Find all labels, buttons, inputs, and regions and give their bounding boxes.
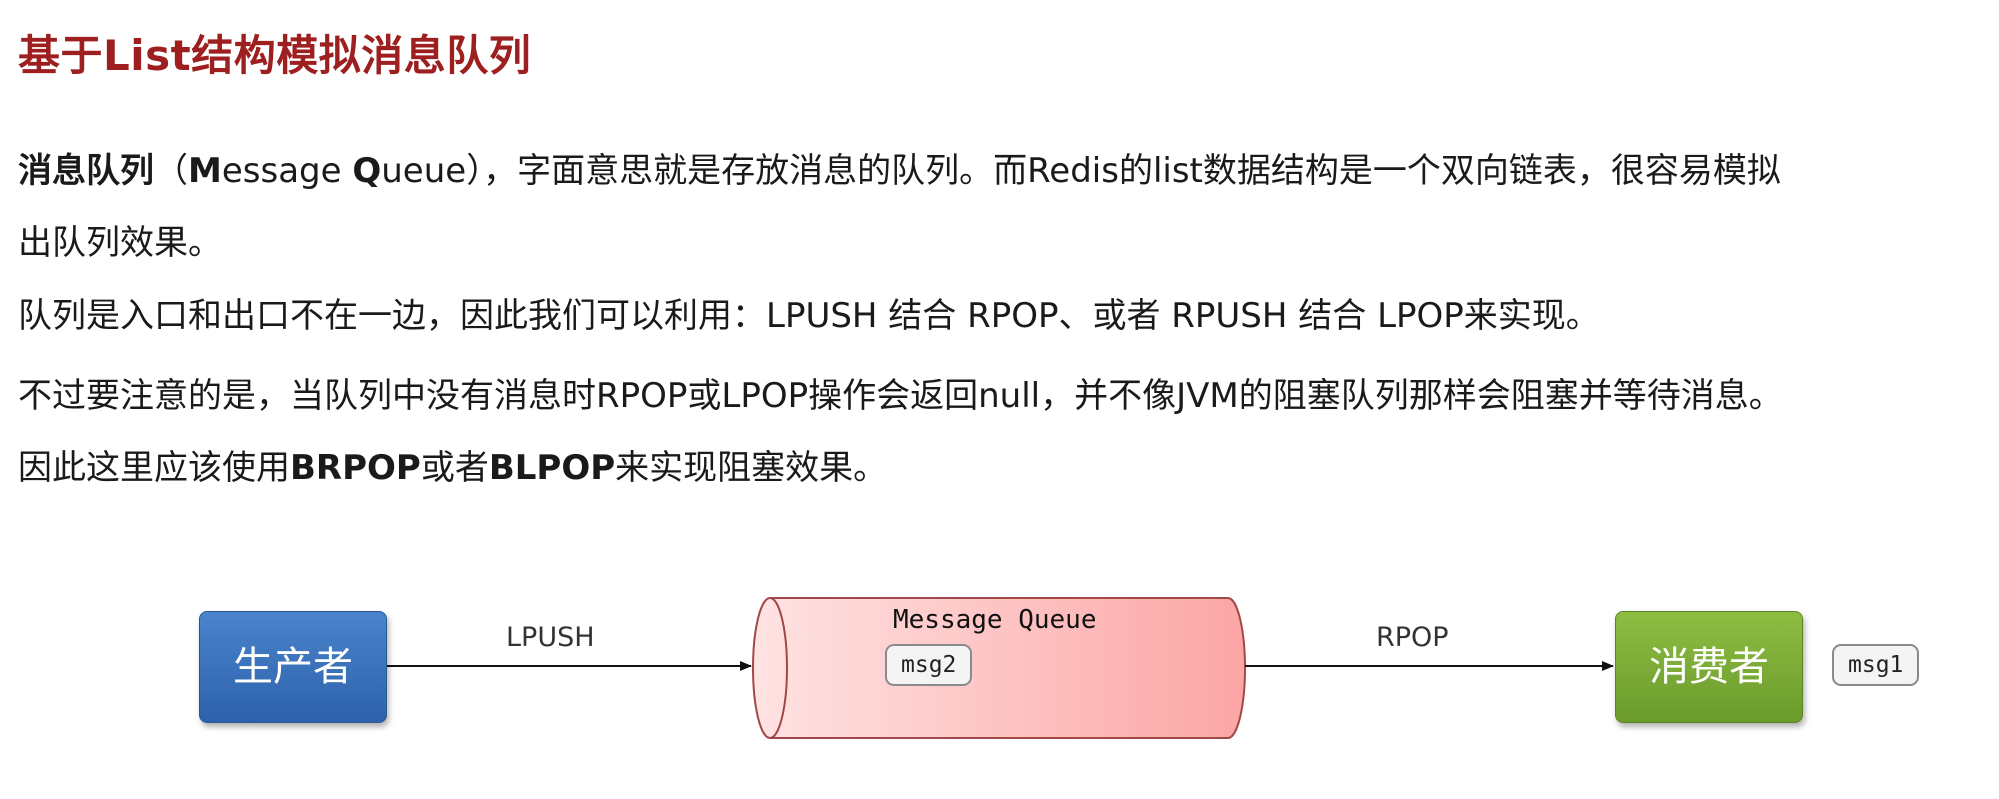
blpop-term: BLPOP <box>488 448 616 488</box>
message-chip-msg1: msg1 <box>1832 644 1920 686</box>
intro-paragraph: 消息队列（Message Queue），字面意思就是存放消息的队列。而Redis… <box>18 135 1978 279</box>
essage-text: essage <box>221 151 353 191</box>
q-initial: Q <box>352 151 382 191</box>
queue-diagram: 生产者 LPUSH Message Queue msg2 RPOP 消费者 ms… <box>0 580 1999 799</box>
blocking-suffix: 来实现阻塞效果。 <box>615 448 888 488</box>
term-message-queue: 消息队列 <box>18 151 154 191</box>
blocking-note: 不过要注意的是，当队列中没有消息时RPOP或LPOP操作会返回null，并不像J… <box>18 360 1978 504</box>
intro-line-2: 出队列效果。 <box>18 223 222 263</box>
lpush-label: LPUSH <box>506 622 595 653</box>
ueue-text: ueue <box>381 151 467 191</box>
consumer-box: 消费者 <box>1615 611 1803 723</box>
or-text: 或者 <box>420 448 489 488</box>
blocking-line-2: 因此这里应该使用BRPOP或者BLPOP来实现阻塞效果。 <box>18 432 1978 504</box>
rpop-label: RPOP <box>1376 622 1449 653</box>
page-title: 基于List结构模拟消息队列 <box>18 31 532 80</box>
m-initial: M <box>188 151 222 191</box>
blocking-prefix: 因此这里应该使用 <box>18 448 290 488</box>
message-chip-msg2: msg2 <box>885 644 973 686</box>
queue-explanation: 队列是入口和出口不在一边，因此我们可以利用：LPUSH 结合 RPOP、或者 R… <box>18 296 1600 336</box>
intro-rest: ），字面意思就是存放消息的队列。而Redis的list数据结构是一个双向链表，很… <box>466 151 1781 191</box>
producer-box: 生产者 <box>199 611 387 723</box>
intro-line-1: 消息队列（Message Queue），字面意思就是存放消息的队列。而Redis… <box>18 135 1978 207</box>
open-paren: （ <box>154 151 188 191</box>
brpop-term: BRPOP <box>290 448 421 488</box>
blocking-line-1: 不过要注意的是，当队列中没有消息时RPOP或LPOP操作会返回null，并不像J… <box>18 376 1783 416</box>
queue-title: Message Queue <box>893 605 1097 635</box>
